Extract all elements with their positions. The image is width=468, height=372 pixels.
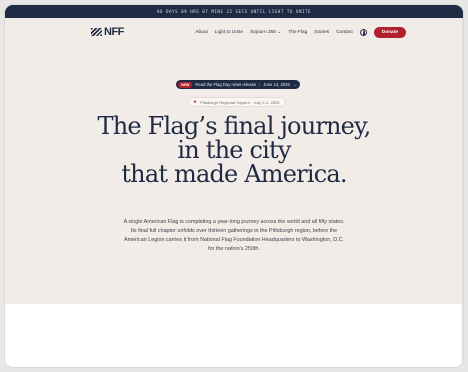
logo-text: NFF	[104, 26, 124, 38]
hero-headline: The Flag’s final journey, in the city th…	[5, 114, 463, 186]
top-nav: NFF About Light to Unite Sojourn 250 ⌄ T…	[5, 18, 463, 44]
announcement-divider: |	[259, 82, 261, 87]
scroll-edge	[461, 18, 463, 367]
donate-button[interactable]: Donate	[373, 27, 406, 38]
arrow-right-icon: →	[292, 82, 297, 87]
site-logo[interactable]: NFF	[91, 26, 124, 38]
nav-item-contact[interactable]: Contact	[336, 30, 353, 35]
announcement-date: June 14, 2026	[263, 82, 290, 87]
headline-line-3: that made America.	[121, 160, 347, 188]
nav-item-the-flag[interactable]: The Flag	[288, 30, 307, 35]
nav-item-about[interactable]: About	[195, 30, 208, 35]
lower-section	[5, 304, 463, 367]
browser-viewport: 86 DAYS 09 HRS 07 MINS 22 SECS UNTIL LIG…	[5, 5, 463, 367]
new-badge: NEW	[178, 81, 193, 88]
nav-item-stories[interactable]: Stories	[314, 30, 329, 35]
flag-stripes-icon	[91, 28, 102, 36]
nav-item-sojourn-250[interactable]: Sojourn 250 ⌄	[250, 30, 281, 35]
countdown-banner: 86 DAYS 09 HRS 07 MINS 22 SECS UNTIL LIG…	[5, 5, 463, 18]
hero-section: NFF About Light to Unite Sojourn 250 ⌄ T…	[5, 18, 463, 304]
countdown-text: 86 DAYS 09 HRS 07 MINS 22 SECS UNTIL LIG…	[156, 9, 312, 14]
nav-item-light-to-unite[interactable]: Light to Unite	[215, 30, 243, 35]
headline-line-2: in the city	[177, 136, 291, 164]
nav-menu: About Light to Unite Sojourn 250 ⌄ The F…	[195, 27, 406, 38]
announcement-text: Read the Flag Day news release	[195, 82, 257, 87]
event-badge-text: Pittsburgh Regional Sojourn · July 1–4, …	[200, 99, 280, 105]
star-icon: ★	[193, 99, 198, 104]
event-badge: ★ Pittsburgh Regional Sojourn · July 1–4…	[187, 97, 286, 107]
globe-icon[interactable]	[359, 29, 367, 36]
headline-line-1: The Flag’s final journey,	[97, 112, 372, 140]
announcement-pill[interactable]: NEW Read the Flag Day news release | Jun…	[176, 80, 300, 89]
hero-description: A single American Flag is completing a y…	[123, 219, 345, 252]
